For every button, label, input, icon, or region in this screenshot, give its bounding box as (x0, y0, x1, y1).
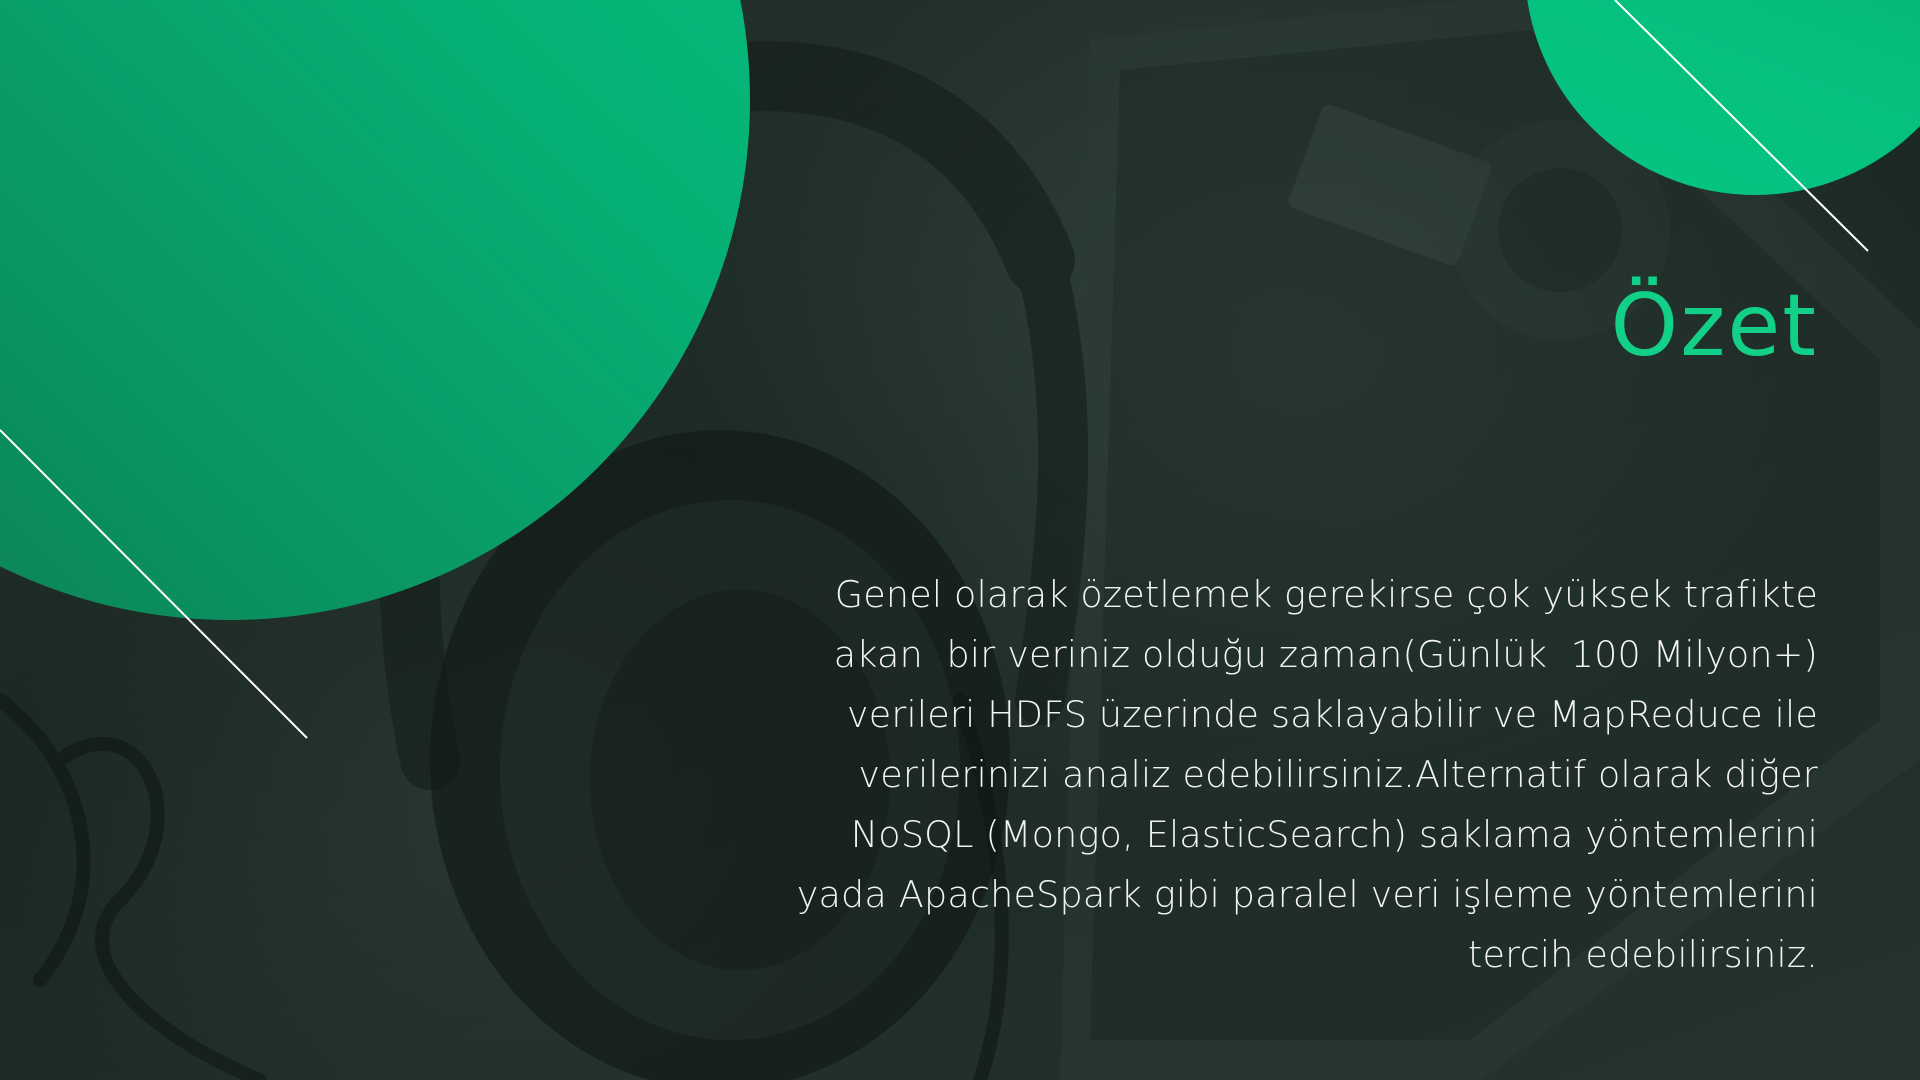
summary-line: verileri HDFS üzerinde saklayabilir ve M… (846, 693, 1818, 736)
slide-title: Özet (1610, 276, 1818, 376)
decorative-line-right (1614, 0, 1869, 252)
summary-line: verilerinizi analiz edebilirsiniz.Altern… (858, 753, 1818, 796)
summary-line: tercih edebilirsiniz. (1468, 933, 1818, 976)
slide: Özet Genel olarak özetlemek gerekirse ço… (0, 0, 1920, 1080)
summary-line: NoSQL (Mongo, ElasticSearch) saklama yön… (850, 813, 1818, 856)
summary-paragraph: Genel olarak özetlemek gerekirse çok yük… (688, 565, 1818, 985)
summary-line: Genel olarak özetlemek gerekirse çok yük… (834, 573, 1818, 616)
summary-line: yada ApacheSpark gibi paralel veri işlem… (796, 873, 1818, 916)
summary-line: akan bir veriniz olduğu zaman(Günlük 100… (833, 633, 1818, 676)
decorative-line-left (0, 429, 308, 739)
